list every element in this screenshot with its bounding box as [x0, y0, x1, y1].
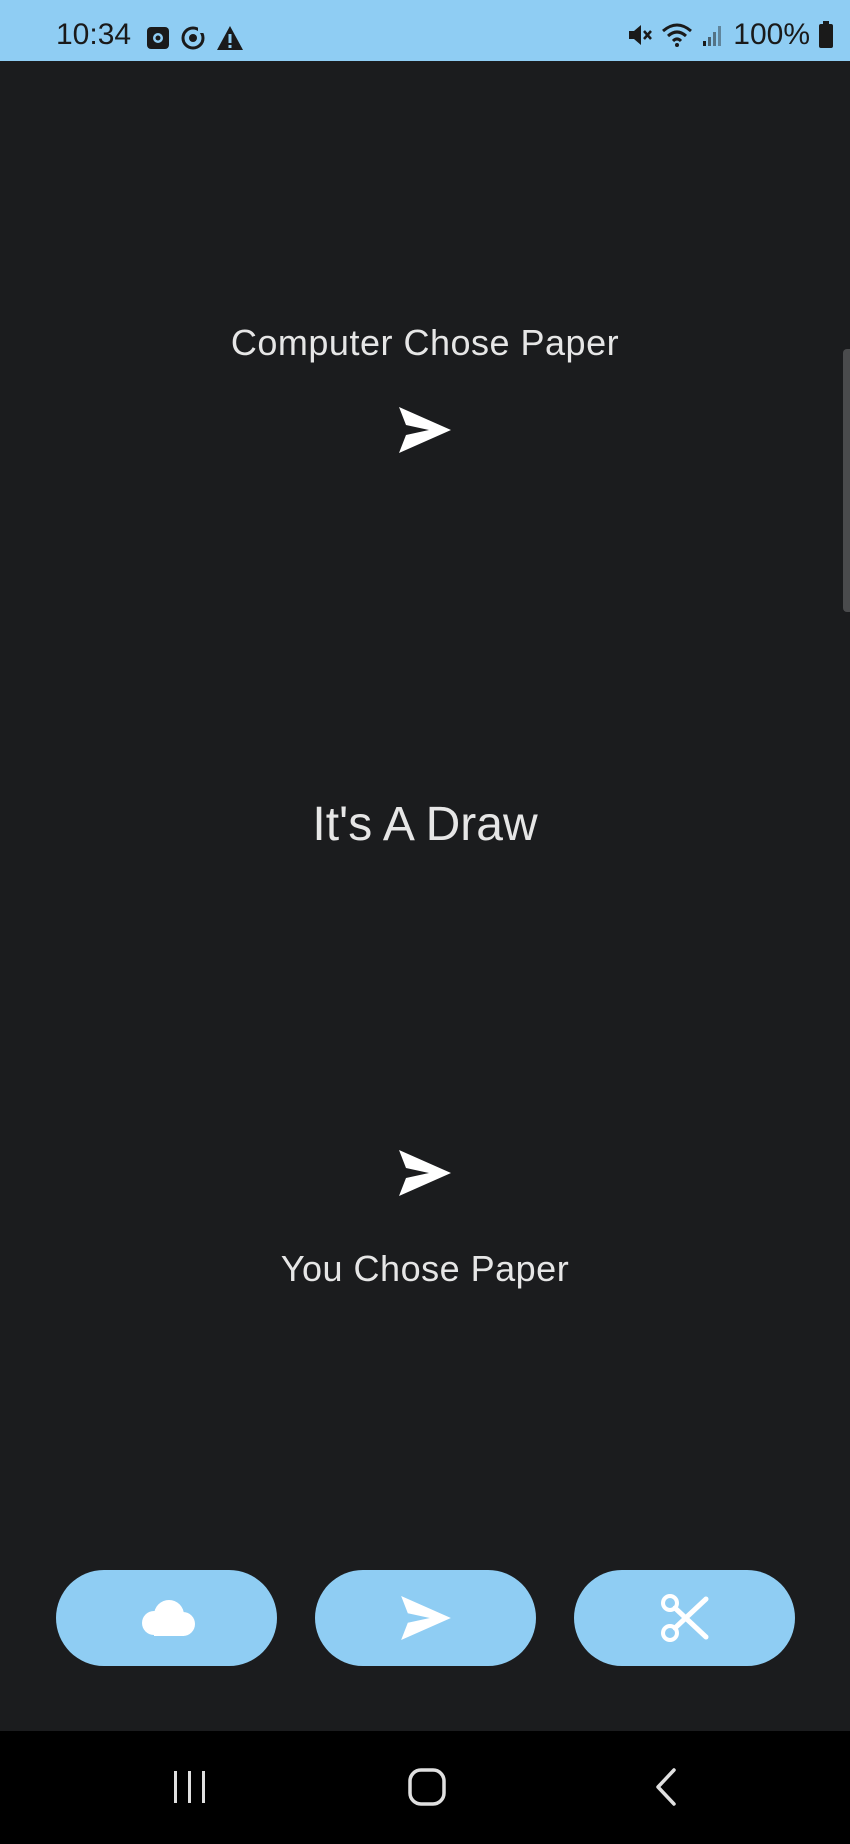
paper-button[interactable] [315, 1570, 536, 1666]
recent-apps-icon [174, 1771, 205, 1803]
back-icon [656, 1768, 676, 1806]
scroll-indicator[interactable] [843, 349, 850, 612]
battery-percent: 100% [733, 18, 810, 51]
status-time: 10:34 [56, 18, 132, 51]
mute-icon [629, 25, 653, 45]
wifi-icon [662, 23, 693, 47]
back-button[interactable] [636, 1761, 696, 1813]
status-bar: 10:34 100% [0, 0, 850, 61]
cloud-icon [141, 1600, 195, 1636]
rock-button[interactable] [56, 1570, 277, 1666]
computer-choice-label: Computer Chose Paper [230, 322, 620, 363]
screen-record-icon [147, 27, 169, 49]
scissors-button[interactable] [574, 1570, 795, 1666]
signal-icon [703, 26, 722, 46]
scissors-icon [660, 1594, 708, 1642]
warning-icon [217, 26, 243, 50]
player-choice-label: You Chose Paper [280, 1248, 570, 1289]
battery-icon [819, 21, 833, 48]
recent-apps-button[interactable] [160, 1761, 220, 1813]
sync-icon [181, 26, 205, 50]
result-label: It's A Draw [312, 798, 538, 851]
status-left-icons [146, 25, 244, 51]
home-icon [408, 1768, 446, 1806]
paper-plane-icon [399, 1150, 451, 1196]
navigation-bar [0, 1731, 850, 1844]
home-button[interactable] [397, 1761, 457, 1813]
paper-plane-icon [400, 1596, 451, 1640]
app-screen: 10:34 100% Computer Chose Paper It's A D… [0, 0, 850, 1844]
paper-plane-icon [399, 407, 451, 453]
status-right-icons: 100% [627, 20, 834, 50]
